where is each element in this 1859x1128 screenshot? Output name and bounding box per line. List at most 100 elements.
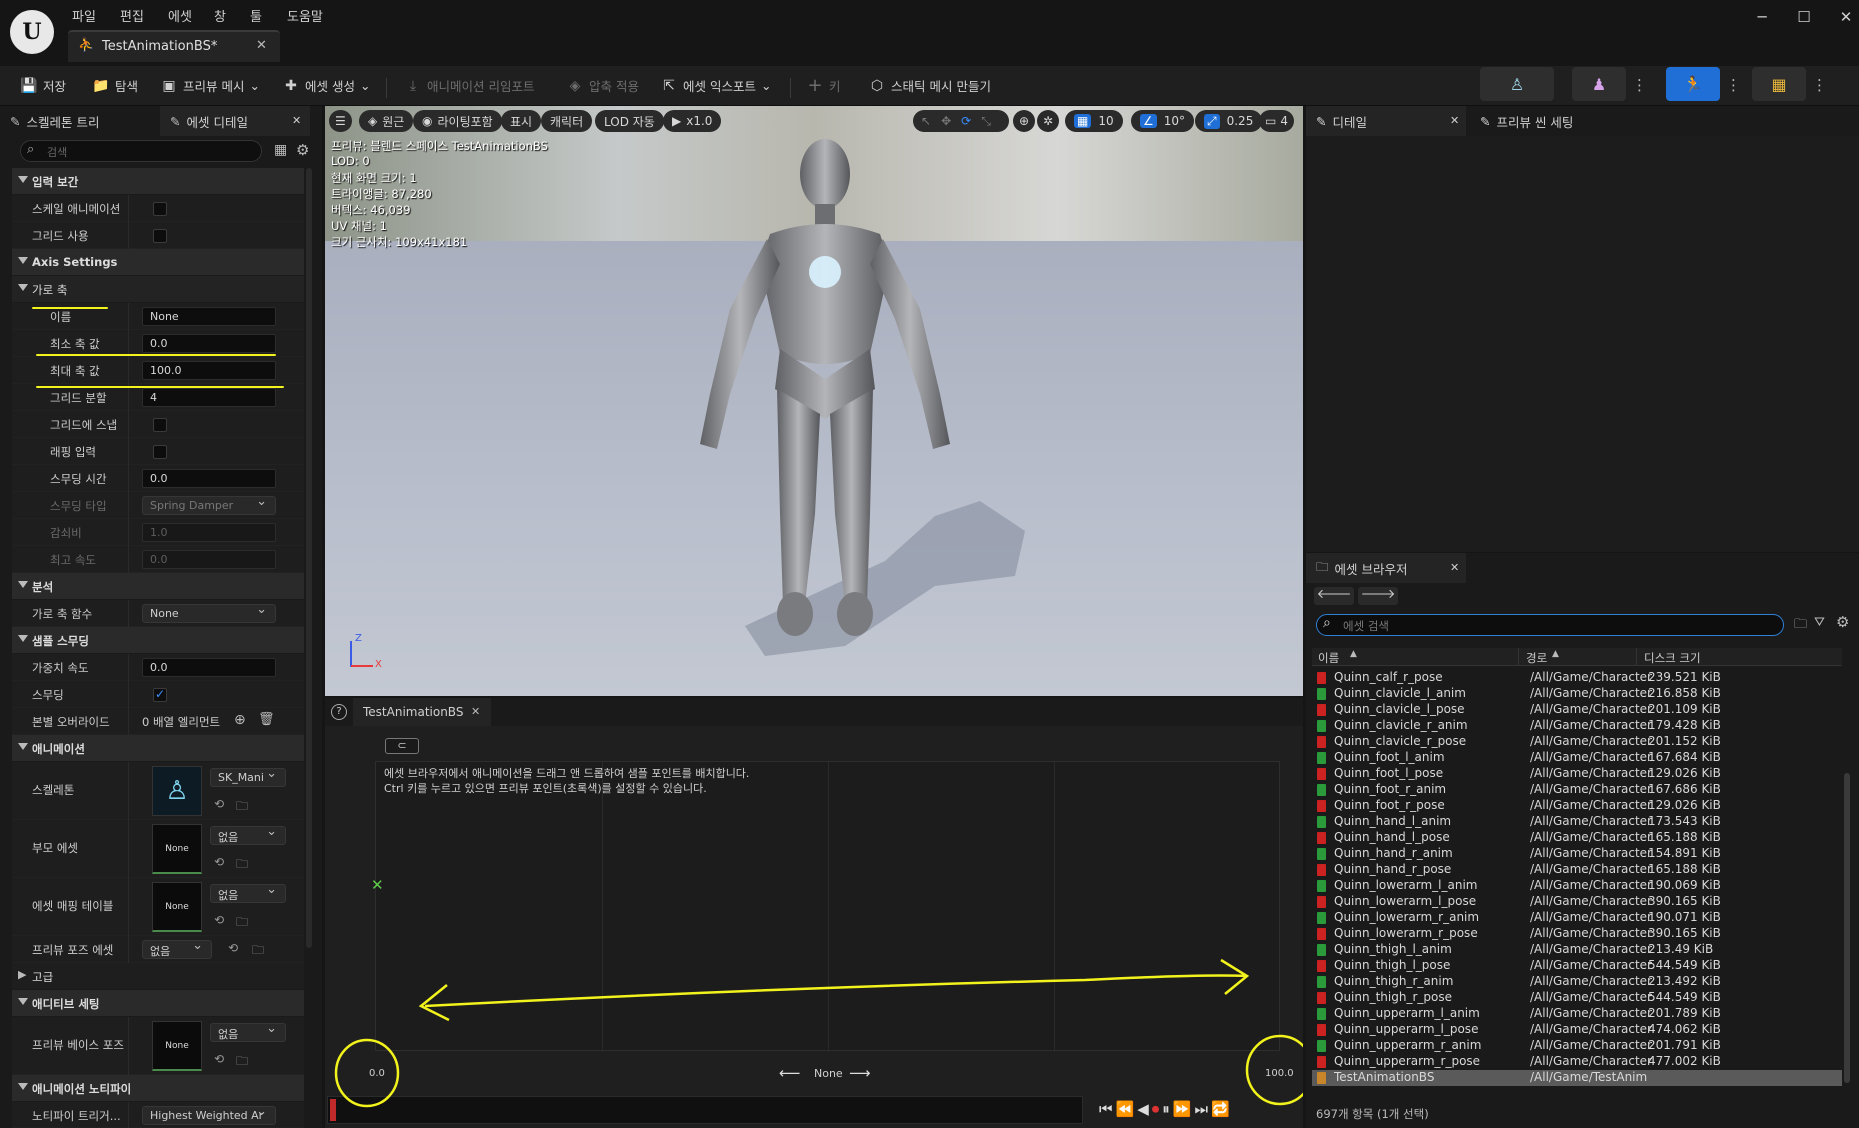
grid-divisions-field[interactable]: 4 [142,388,276,407]
category-analysis[interactable]: 분석 [12,573,304,600]
forward-button[interactable]: 🡒 [1358,587,1398,605]
skeleton-mode-button[interactable]: ♙ [1480,67,1554,101]
preview-base-pose-dropdown[interactable]: 없음 [210,1021,286,1042]
use-selected-icon[interactable]: ⟲ [214,913,224,927]
gear-icon[interactable]: ⚙ [296,141,309,159]
preview-viewport[interactable]: ☰ ◈ 원근 ◉ 라이팅포함 표시 캐릭터 LOD 자동 ▶ x1.0 ↖ ✥ ⟳ ⤡ ⊕ … [325,106,1303,696]
preview-pose-dropdown[interactable]: 없음 [142,938,212,959]
gear-icon[interactable]: ⚙ [1836,613,1849,631]
character-button[interactable]: 캐릭터 [541,110,593,132]
more-options-icon[interactable]: ⋮ [1632,76,1647,94]
asset-row[interactable]: Quinn_foot_l_anim/All/Game/Character 167.… [1312,750,1842,766]
asset-row[interactable]: Quinn_lowerarm_r_pose/All/Game/Character… [1312,926,1842,942]
coordinate-space-button[interactable]: ⊕ [1013,110,1036,132]
category-advanced[interactable]: ▶ 고급 [12,963,304,990]
category-horizontal-axis[interactable]: 가로 축 [12,276,304,303]
h-axis-function-dropdown[interactable]: None [142,602,276,623]
perspective-button[interactable]: ◈ 원근 [359,110,414,132]
tab-asset-details[interactable]: ✎ 에셋 디테일 ✕ [160,106,310,136]
browse-button[interactable]: 📁 탐색 [92,76,138,95]
min-axis-value-field[interactable]: 0.0 [142,334,276,353]
use-selected-icon[interactable]: ⟲ [228,941,238,955]
asset-row[interactable]: Quinn_thigh_r_pose/All/Game/Character 544… [1312,990,1842,1006]
back-button[interactable]: 🡐 [1314,587,1354,605]
camera-speed-button[interactable]: ▭ 4 [1259,110,1294,132]
apply-compression-button[interactable]: ◈ 압축 적용 [566,76,639,95]
unreal-logo-icon[interactable]: U [10,10,54,54]
translate-icon[interactable]: ✥ [941,114,951,128]
use-selected-icon[interactable]: ⟲ [214,797,224,811]
browse-folder-icon[interactable]: 🗀 [252,941,264,962]
scale-snap-button[interactable]: ⤢ 0.25 [1195,110,1263,132]
close-icon[interactable]: ✕ [292,114,301,127]
max-axis-value-field[interactable]: 100.0 [142,361,276,380]
asset-row[interactable]: Quinn_upperarm_l_pose/All/Game/Character… [1312,1022,1842,1038]
asset-row[interactable]: Quinn_lowerarm_l_anim/All/Game/Character… [1312,878,1842,894]
menu-asset[interactable]: 에셋 [168,6,192,25]
reimport-button[interactable]: ⤓ 애니메이션 리임포트 [404,76,535,95]
use-grid-checkbox[interactable] [153,229,167,243]
asset-row[interactable]: Quinn_hand_r_pose/All/Game/Character 165.… [1312,862,1842,878]
damping-ratio-field[interactable]: 1.0 [142,523,276,542]
snap-to-grid-checkbox[interactable] [153,418,167,432]
menu-help[interactable]: 도움말 [287,6,323,25]
smoothing-checkbox[interactable] [153,687,167,702]
preview-mesh-button[interactable]: ▣ 프리뷰 메시 ⌄ [160,76,260,95]
rotate-icon[interactable]: ⟳ [961,114,971,128]
category-sample-smoothing[interactable]: 샘플 스무딩 [12,627,304,654]
grid-snap-button[interactable]: ▦ 10 [1065,110,1123,132]
category-axis-settings[interactable]: Axis Settings [12,249,304,276]
axis-name-field[interactable]: None [142,307,276,326]
scrollbar[interactable] [306,168,312,948]
asset-row[interactable]: Quinn_lowerarm_l_pose/All/Game/Character… [1312,894,1842,910]
trash-icon[interactable]: 🗑 [258,712,275,727]
asset-row[interactable]: Quinn_clavicle_l_pose/All/Game/Character… [1312,702,1842,718]
parent-asset-thumbnail[interactable]: None [152,824,202,874]
show-button[interactable]: 표시 [501,110,542,132]
menu-file[interactable]: 파일 [72,6,96,25]
lod-button[interactable]: LOD 자동 [595,110,664,132]
asset-row[interactable]: Quinn_thigh_r_anim/All/Game/Character 213… [1312,974,1842,990]
asset-row[interactable]: Quinn_thigh_l_anim/All/Game/Character 213… [1312,942,1842,958]
close-icon[interactable]: ✕ [1450,561,1459,574]
asset-row[interactable]: Quinn_clavicle_r_anim/All/Game/Character… [1312,718,1842,734]
window-close-button[interactable]: ✕ [1828,8,1859,32]
rotation-snap-button[interactable]: ∠ 10° [1131,110,1195,132]
browse-folder-icon[interactable]: 🗀 [236,1052,248,1073]
smoothing-type-dropdown[interactable]: Spring Damper [142,494,276,515]
scale-icon[interactable]: ⤡ [981,114,991,129]
category-animation[interactable]: 애니메이션 [12,735,304,762]
table-view-icon[interactable]: ▦ [274,142,287,158]
asset-row[interactable]: Quinn_upperarm_r_pose/All/Game/Character… [1312,1054,1842,1070]
skeleton-asset-dropdown[interactable]: SK_Mani [210,766,286,787]
asset-row[interactable]: Quinn_upperarm_r_anim/All/Game/Character… [1312,1038,1842,1054]
select-icon[interactable]: ↖ [921,114,931,128]
scrollbar[interactable] [1844,773,1850,1083]
asset-row[interactable]: Quinn_hand_l_pose/All/Game/Character 165.… [1312,830,1842,846]
asset-row[interactable]: Quinn_foot_l_pose/All/Game/Character 129.… [1312,766,1842,782]
wrap-input-checkbox[interactable] [153,445,167,459]
use-selected-icon[interactable]: ⟲ [214,855,224,869]
tab-skeleton-tree[interactable]: ✎ 스켈레톤 트리 [0,106,160,136]
viewport-menu-button[interactable]: ☰ [329,110,352,132]
notify-trigger-dropdown[interactable]: Highest Weighted Ar [142,1104,276,1125]
mapping-table-thumbnail[interactable]: None [152,882,202,932]
asset-row[interactable]: Quinn_clavicle_r_pose/All/Game/Character… [1312,734,1842,750]
asset-row[interactable]: Quinn_upperarm_l_anim/All/Game/Character… [1312,1006,1842,1022]
browse-folder-icon[interactable]: 🗀 [236,797,248,818]
key-button[interactable]: + 키 [806,75,840,96]
close-icon[interactable]: ✕ [1450,114,1459,127]
asset-row[interactable]: Quinn_thigh_l_pose/All/Game/Character 544… [1312,958,1842,974]
preview-base-pose-thumbnail[interactable]: None [152,1021,202,1071]
category-animation-notify[interactable]: 애니메이션 노티파이 [12,1075,304,1102]
folder-settings-icon[interactable]: 🗀 [1794,615,1807,637]
minimize-button[interactable]: ─ [1744,8,1780,32]
save-button[interactable]: 💾 저장 [20,76,66,95]
maximize-button[interactable]: ☐ [1786,8,1822,32]
asset-search-input[interactable]: ⌕ 에셋 검색 [1316,614,1784,636]
mapping-table-dropdown[interactable]: 없음 [210,882,286,903]
document-tab[interactable]: ⛹ TestAnimationBS* ✕ [68,30,280,62]
make-static-mesh-button[interactable]: ⬡ 스태틱 메시 만들기 [868,76,991,95]
use-selected-icon[interactable]: ⟲ [214,1052,224,1066]
asset-row[interactable]: Quinn_calf_r_pose/All/Game/Character 239.… [1312,670,1842,686]
